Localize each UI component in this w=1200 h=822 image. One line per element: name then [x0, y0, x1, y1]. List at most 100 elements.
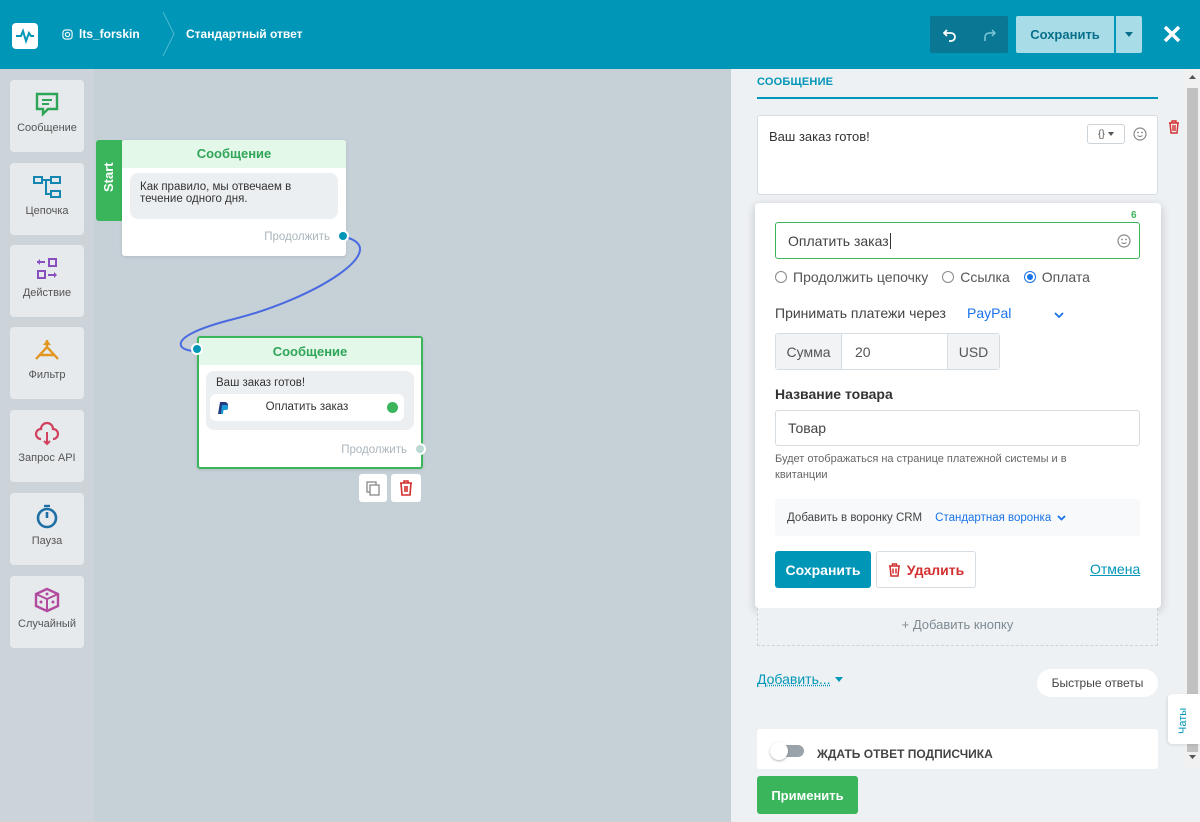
add-content-dropdown[interactable]: Добавить... [757, 671, 843, 687]
scroll-down-icon [1189, 755, 1196, 759]
palette-item-filter[interactable]: Фильтр [10, 327, 84, 399]
timer-icon [36, 504, 58, 529]
top-bar: lts_forskin Стандартный ответ Сохранить [0, 0, 1200, 69]
chats-tab[interactable]: Чаты [1168, 694, 1200, 744]
currency-label: USD [947, 334, 999, 369]
palette-item-random[interactable]: Случайный [10, 576, 84, 648]
wait-reply-label: ЖДАТЬ ОТВЕТ ПОДПИСЧИКА [817, 747, 993, 761]
apply-button[interactable]: Применить [757, 776, 858, 814]
trash-icon [888, 562, 900, 577]
history-controls [930, 16, 1008, 53]
copy-icon [366, 481, 380, 496]
action-icon [37, 258, 57, 279]
message-node[interactable]: Сообщение Ваш заказ готов! Оплатить зака… [191, 336, 426, 469]
instagram-icon [62, 28, 73, 40]
editor-delete-button[interactable]: Удалить [876, 551, 976, 588]
button-editor-popup [755, 203, 1161, 608]
scroll-up-icon [1189, 75, 1196, 79]
delete-message-icon[interactable] [1167, 120, 1181, 134]
payment-button[interactable]: Оплатить заказ [210, 394, 404, 421]
cloud-api-icon [34, 421, 60, 446]
section-title[interactable]: СООБЩЕНИЕ [757, 76, 833, 88]
palette-item-label: Случайный [18, 618, 76, 630]
radio-payment[interactable] [1023, 271, 1036, 283]
palette-item-label: Цепочка [25, 205, 69, 217]
palette-item-label: Действие [22, 287, 72, 299]
continue-label: Продолжить [341, 444, 407, 456]
button-type-radios: Продолжить цепочку Ссылка Оплата [775, 269, 1090, 285]
palette-item-action[interactable]: Действие [10, 245, 84, 317]
product-name-label: Название товара [775, 386, 893, 402]
emoji-icon[interactable] [1133, 127, 1147, 141]
radio-label: Ссылка [960, 269, 1010, 285]
palette-item-label: Пауза [31, 535, 63, 547]
breadcrumb-separator-icon [162, 12, 175, 56]
message-bubble: Ваш заказ готов! Оплатить заказ [206, 371, 414, 430]
caret-down-icon [1125, 32, 1133, 37]
dice-icon [34, 587, 60, 613]
product-name-input[interactable]: Товар [775, 410, 1140, 446]
char-counter: 6 [1131, 210, 1137, 221]
palette-item-api-request[interactable]: Запрос API [10, 410, 84, 482]
panel-scrollbar-thumb[interactable] [1187, 88, 1198, 752]
amount-input[interactable]: 20 [842, 334, 947, 369]
message-bubble: Как правило, мы отвечаем в течение одног… [130, 173, 338, 219]
message-text: Ваш заказ готов! [216, 377, 306, 389]
wait-reply-toggle[interactable] [770, 742, 804, 760]
continue-label: Продолжить [264, 231, 330, 243]
caret-down-icon [834, 676, 843, 682]
button-status-dot [387, 402, 398, 413]
palette-item-chain[interactable]: Цепочка [10, 163, 84, 235]
palette-item-message[interactable]: Сообщение [10, 80, 84, 152]
chain-icon [33, 176, 61, 198]
radio-link[interactable] [942, 271, 955, 283]
redo-button[interactable] [969, 16, 1008, 53]
account-label: lts_forskin [79, 27, 140, 41]
chevron-down-icon [1057, 514, 1066, 521]
redo-icon [983, 28, 996, 41]
close-icon [1163, 25, 1181, 43]
node-title: Сообщение [199, 338, 421, 365]
copy-node-button[interactable] [359, 474, 387, 502]
close-button[interactable] [1160, 22, 1184, 46]
caret-down-icon [1107, 132, 1114, 136]
output-port[interactable] [414, 443, 426, 455]
emoji-icon[interactable] [1117, 234, 1131, 248]
radio-continue-chain[interactable] [775, 271, 787, 283]
message-textarea[interactable]: Ваш заказ готов! {} [757, 115, 1158, 195]
trash-icon [400, 480, 412, 496]
amount-group: Сумма 20 USD [775, 333, 1000, 370]
button-text-input[interactable]: Оплатить заказ [775, 222, 1140, 259]
palette-item-label: Сообщение [17, 122, 77, 134]
save-options-button[interactable] [1116, 16, 1142, 53]
palette-item-label: Запрос API [18, 452, 76, 464]
delete-node-button[interactable] [391, 474, 421, 502]
crm-funnel-select[interactable]: Стандартная воронка [935, 512, 1066, 524]
radio-label: Продолжить цепочку [793, 269, 929, 285]
blocks-palette: Сообщение Цепочка Действие Фильтр Запрос… [0, 69, 94, 822]
start-tag: Start [96, 140, 122, 221]
flow-canvas[interactable]: Start Сообщение Как правило, мы отвечаем… [94, 69, 731, 822]
editor-cancel-link[interactable]: Отмена [1090, 561, 1140, 577]
add-button-button[interactable]: + Добавить кнопку [757, 608, 1158, 646]
payment-provider-label: Принимать платежи через [775, 305, 946, 321]
undo-button[interactable] [930, 16, 969, 53]
radio-label: Оплата [1041, 269, 1090, 285]
paypal-icon [218, 402, 228, 414]
quick-replies-button[interactable]: Быстрые ответы [1037, 669, 1158, 697]
message-node[interactable]: Сообщение Как правило, мы отвечаем в теч… [122, 140, 349, 256]
input-port[interactable] [191, 343, 203, 355]
variables-dropdown[interactable]: {} [1087, 124, 1125, 144]
palette-item-pause[interactable]: Пауза [10, 493, 84, 565]
account-name[interactable]: lts_forskin [62, 27, 140, 41]
node-title: Сообщение [122, 140, 346, 168]
app-logo-icon[interactable] [12, 23, 38, 49]
section-underline [757, 97, 1158, 99]
variable-icon: {} [1098, 128, 1105, 140]
payment-provider-select[interactable]: PayPal [967, 305, 1067, 321]
amount-label: Сумма [776, 334, 842, 369]
product-hint: Будет отображаться на странице платежной… [775, 453, 1067, 481]
output-port[interactable] [337, 230, 349, 242]
editor-save-button[interactable]: Сохранить [775, 551, 871, 588]
save-button[interactable]: Сохранить [1016, 16, 1114, 53]
